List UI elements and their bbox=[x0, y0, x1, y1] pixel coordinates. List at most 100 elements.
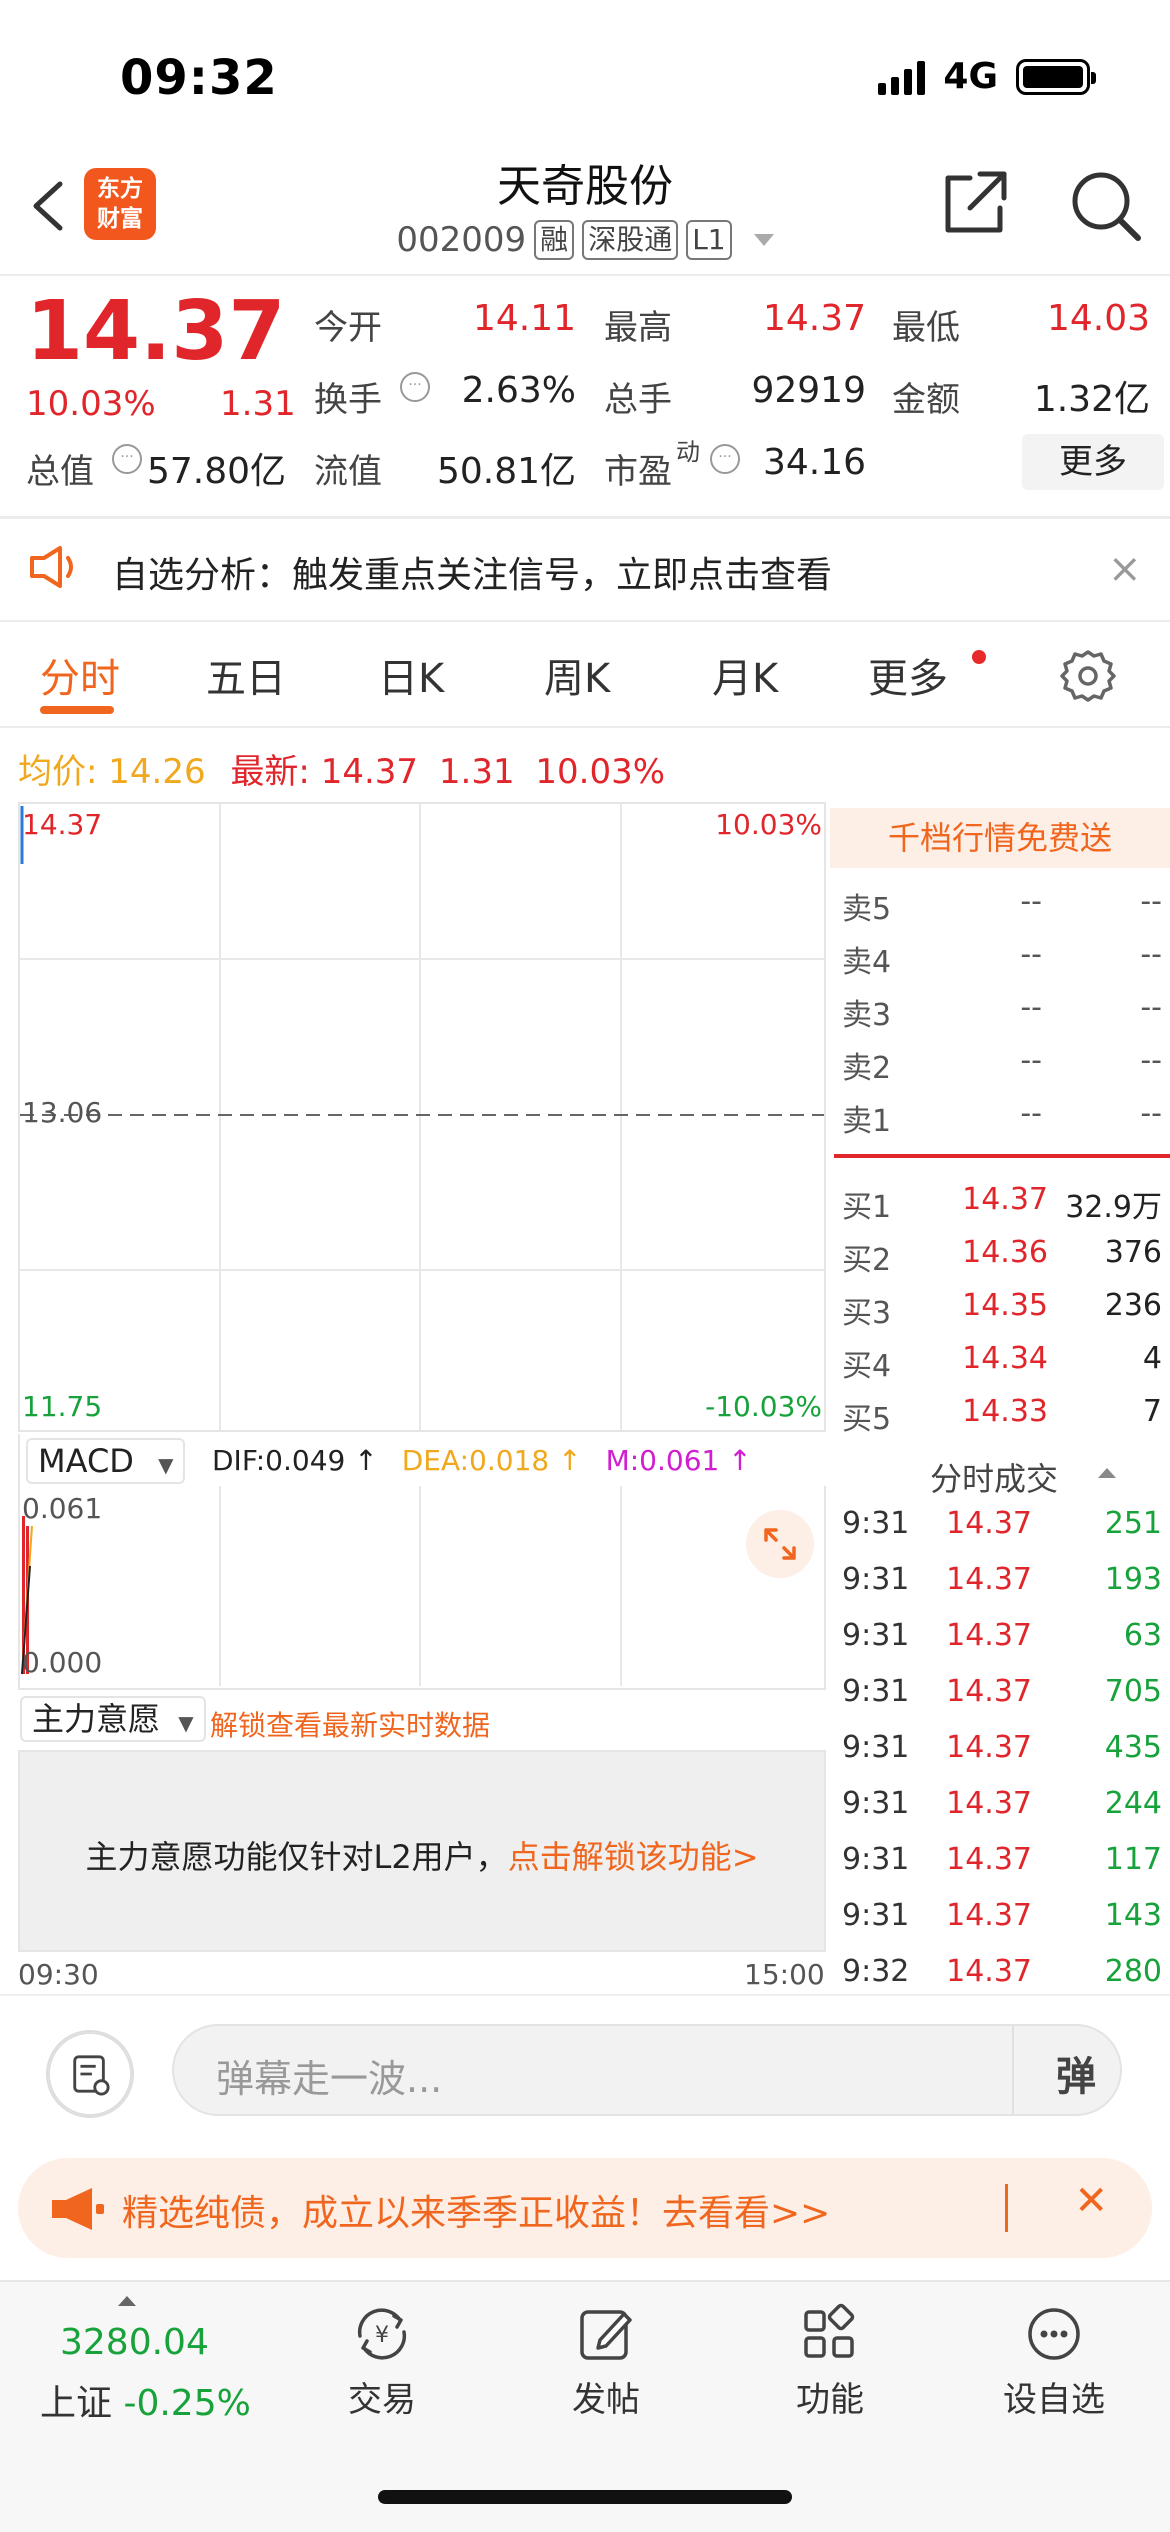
tag-level: L1 bbox=[686, 220, 732, 260]
battery-icon bbox=[1016, 58, 1096, 95]
unlock-link[interactable]: 解锁查看最新实时数据 bbox=[210, 1704, 490, 1744]
more-circle-icon bbox=[1028, 2308, 1080, 2360]
nav-post[interactable]: 发帖 bbox=[506, 2302, 706, 2421]
main-force-selector[interactable]: 主力意愿 ▼ bbox=[20, 1696, 206, 1742]
search-icon[interactable] bbox=[1068, 168, 1142, 242]
time-axis-start: 09:30 bbox=[18, 1958, 99, 1991]
bid-row: 买1 14.37 32.9万 bbox=[842, 1182, 1162, 1234]
ask-label: 卖2 bbox=[842, 1051, 892, 1086]
trade-row: 9:31 14.37 705 bbox=[842, 1674, 1162, 1726]
trade-row: 9:31 14.37 63 bbox=[842, 1618, 1162, 1670]
trade-time: 9:31 bbox=[842, 1618, 910, 1653]
ask-volume: -- bbox=[1140, 884, 1162, 919]
bid-row: 买2 14.36 376 bbox=[842, 1235, 1162, 1287]
latest-pct: 10.03% bbox=[535, 752, 666, 792]
index-ticker[interactable]: 3280.04 上证 -0.25% bbox=[0, 2282, 260, 2452]
spread-divider bbox=[834, 1154, 1170, 1158]
y-axis-mid: 13.06 bbox=[22, 1096, 103, 1129]
ask-row: 卖2 -- -- bbox=[842, 1043, 1162, 1095]
trade-volume: 193 bbox=[1104, 1562, 1162, 1597]
macd-grid bbox=[21, 1486, 622, 1686]
input-separator bbox=[1012, 2026, 1014, 2114]
index-line: 上证 -0.25% bbox=[40, 2374, 251, 2426]
close-icon[interactable]: ✕ bbox=[1074, 2178, 1108, 2224]
trade-row: 9:31 14.37 117 bbox=[842, 1842, 1162, 1894]
megaphone-icon bbox=[52, 2188, 104, 2230]
danmu-placeholder: 弹幕走一波... bbox=[216, 2057, 443, 2101]
tab-intraday[interactable]: 分时 bbox=[40, 646, 120, 704]
close-icon[interactable]: × bbox=[1108, 546, 1142, 592]
gear-icon[interactable] bbox=[1058, 646, 1118, 706]
bid-label: 买4 bbox=[842, 1349, 892, 1384]
index-pct: -0.25% bbox=[123, 2383, 251, 2424]
ask-price: -- bbox=[1020, 990, 1042, 1025]
macd-y-top: 0.061 bbox=[22, 1492, 103, 1525]
macd-selector[interactable]: MACD ▼ bbox=[26, 1438, 186, 1484]
bid-price: 14.36 bbox=[962, 1235, 1048, 1270]
bid-label: 买1 bbox=[842, 1190, 892, 1225]
avg-value: 14.26 bbox=[108, 752, 206, 792]
pe-superscript: 动 bbox=[676, 438, 700, 466]
locked-message: 主力意愿功能仅针对L2用户， bbox=[85, 1838, 508, 1876]
orderbook-promo-banner[interactable]: 千档行情免费送 bbox=[830, 808, 1170, 868]
trade-price: 14.37 bbox=[946, 1786, 1032, 1821]
notice-text[interactable]: 自选分析：触发重点关注信号，立即点击查看 bbox=[112, 546, 832, 598]
trade-time: 9:31 bbox=[842, 1898, 910, 1933]
intraday-chart[interactable]: 14.37 13.06 11.75 10.03% -10.03% bbox=[18, 802, 826, 1432]
latest-label: 最新: bbox=[230, 752, 310, 792]
bid-volume: 376 bbox=[1104, 1235, 1162, 1270]
tab-five-day[interactable]: 五日 bbox=[206, 646, 286, 704]
comment-list-icon[interactable] bbox=[46, 2030, 134, 2118]
info-dots-icon[interactable]: ··· bbox=[112, 444, 142, 474]
share-icon[interactable] bbox=[940, 168, 1010, 238]
tab-more[interactable]: 更多 bbox=[868, 646, 948, 704]
trade-icon: ¥ bbox=[357, 2308, 407, 2360]
macd-chart[interactable]: 0.061 0.000 bbox=[18, 1486, 826, 1690]
nav-trade[interactable]: ¥ 交易 bbox=[282, 2302, 482, 2421]
trades-header[interactable]: 分时成交 bbox=[930, 1454, 1116, 1500]
promo-text: 精选纯债，成立以来季季正收益！去看看>> bbox=[122, 2193, 831, 2234]
danmu-input[interactable]: 弹幕走一波... 弹 bbox=[172, 2024, 1122, 2116]
nav-post-label: 发帖 bbox=[572, 2380, 640, 2420]
trade-row: 9:31 14.37 251 bbox=[842, 1506, 1162, 1558]
main-force-header: 主力意愿 ▼ 解锁查看最新实时数据 bbox=[18, 1692, 826, 1750]
expand-icon[interactable] bbox=[746, 1510, 814, 1578]
avg-label: 均价: bbox=[18, 752, 98, 792]
ask-price: -- bbox=[1020, 884, 1042, 919]
tab-daily-k[interactable]: 日K bbox=[378, 646, 444, 704]
current-price: 14.37 bbox=[26, 284, 286, 379]
promo-separator bbox=[1005, 2184, 1008, 2232]
trade-time: 9:31 bbox=[842, 1730, 910, 1765]
danmu-toggle-icon[interactable]: 弹 bbox=[1056, 2044, 1096, 2102]
unlock-feature-link[interactable]: 点击解锁该功能> bbox=[508, 1838, 759, 1876]
more-button[interactable]: 更多 bbox=[1022, 434, 1164, 490]
active-tab-indicator bbox=[40, 706, 114, 714]
nav-watchlist[interactable]: 设自选 bbox=[954, 2302, 1154, 2421]
status-time: 09:32 bbox=[120, 50, 278, 106]
nav-functions[interactable]: 功能 bbox=[730, 2302, 930, 2421]
ask-price: -- bbox=[1020, 1043, 1042, 1078]
tab-monthly-k[interactable]: 月K bbox=[712, 646, 778, 704]
bid-price: 14.37 bbox=[962, 1182, 1048, 1217]
info-dots-icon[interactable]: ··· bbox=[710, 444, 740, 474]
home-indicator[interactable] bbox=[378, 2490, 792, 2504]
trade-volume: 705 bbox=[1104, 1674, 1162, 1709]
trades-title: 分时成交 bbox=[930, 1460, 1059, 1498]
intraday-grid bbox=[20, 804, 824, 1430]
info-dots-icon[interactable]: ··· bbox=[400, 372, 430, 402]
trade-row: 9:31 14.37 244 bbox=[842, 1786, 1162, 1838]
trade-time: 9:31 bbox=[842, 1842, 910, 1877]
trade-row: 9:31 14.37 143 bbox=[842, 1898, 1162, 1950]
tag-margin: 融 bbox=[534, 220, 575, 260]
change-amount: 1.31 bbox=[220, 384, 296, 424]
trade-time: 9:31 bbox=[842, 1674, 910, 1709]
trade-volume: 63 bbox=[1123, 1618, 1162, 1653]
chevron-down-icon[interactable] bbox=[753, 234, 774, 246]
ask-volume: -- bbox=[1140, 990, 1162, 1025]
trade-volume: 143 bbox=[1104, 1898, 1162, 1933]
bid-label: 买3 bbox=[842, 1296, 892, 1331]
label-open: 今开 bbox=[314, 308, 382, 348]
promo-banner[interactable]: 精选纯债，成立以来季季正收益！去看看>> ✕ bbox=[18, 2158, 1152, 2258]
tab-weekly-k[interactable]: 周K bbox=[544, 646, 610, 704]
bid-price: 14.34 bbox=[962, 1341, 1048, 1376]
